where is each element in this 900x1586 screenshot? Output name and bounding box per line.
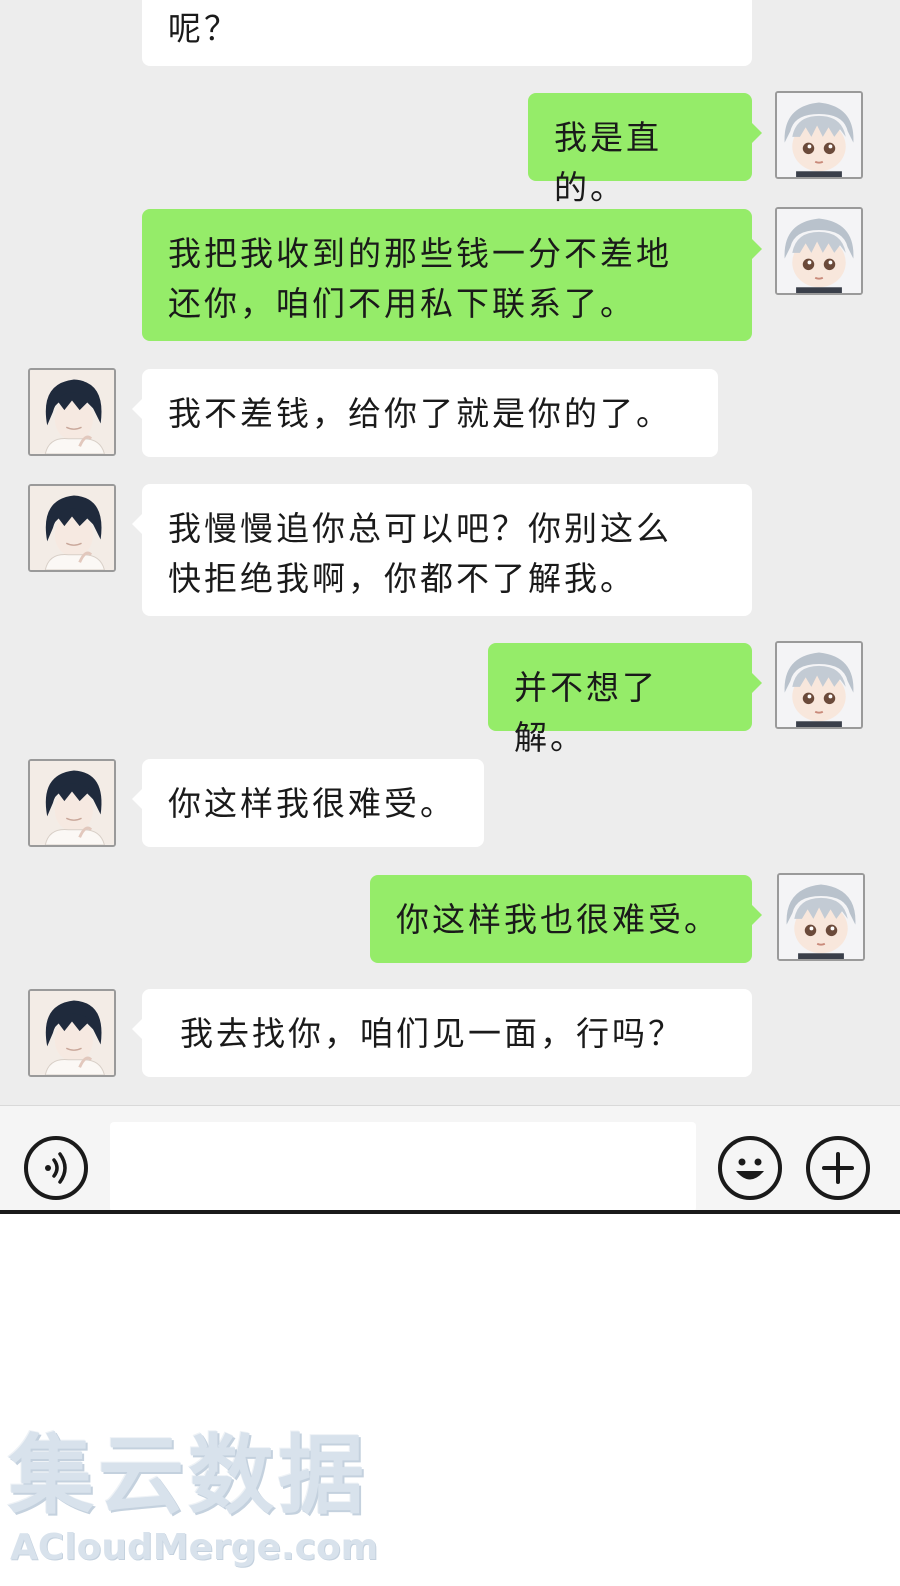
emoji-icon[interactable] bbox=[718, 1136, 782, 1200]
divider bbox=[0, 1210, 900, 1214]
self-avatar[interactable] bbox=[777, 873, 865, 961]
watermark-english: ACloudMerge.com bbox=[10, 1527, 379, 1568]
contact-avatar-icon bbox=[30, 370, 114, 454]
message-bubble-incoming[interactable]: 我去找你，咱们见一面，行吗？ bbox=[132, 989, 752, 1077]
contact-avatar-icon bbox=[30, 761, 114, 845]
plus-icon[interactable] bbox=[806, 1136, 870, 1200]
message-input[interactable] bbox=[110, 1122, 696, 1212]
message-bubble-incoming[interactable]: 呢？ bbox=[142, 0, 752, 66]
watermark: 集云数据 ACloudMerge.com bbox=[8, 1428, 378, 1578]
message-bubble-incoming[interactable]: 我慢慢追你总可以吧？你别这么 快拒绝我啊，你都不了解我。 bbox=[132, 484, 752, 616]
contact-avatar[interactable] bbox=[28, 484, 116, 572]
message-bubble-outgoing[interactable]: 我把我收到的那些钱一分不差地 还你，咱们不用私下联系了。 bbox=[142, 209, 762, 341]
contact-avatar[interactable] bbox=[28, 989, 116, 1077]
contact-avatar-icon bbox=[30, 991, 114, 1075]
message-bubble-outgoing[interactable]: 我是直的。 bbox=[528, 93, 762, 207]
self-avatar-icon bbox=[777, 209, 861, 293]
contact-avatar[interactable] bbox=[28, 759, 116, 847]
self-avatar-icon bbox=[777, 643, 861, 727]
message-bubble-incoming[interactable]: 我不差钱，给你了就是你的了。 bbox=[132, 369, 718, 457]
voice-icon[interactable] bbox=[24, 1136, 88, 1200]
chat-area[interactable]: 呢？ 我是直的。 我把我收到的那些钱一分不差地 还你，咱们不用私下联系了。 我不… bbox=[0, 0, 900, 1105]
self-avatar-icon bbox=[777, 93, 861, 177]
self-avatar[interactable] bbox=[775, 207, 863, 295]
self-avatar-icon bbox=[779, 875, 863, 959]
voice-icon bbox=[45, 1152, 67, 1184]
watermark-chinese: 集云数据 bbox=[8, 1426, 368, 1526]
contact-avatar[interactable] bbox=[28, 368, 116, 456]
contact-avatar-icon bbox=[30, 486, 114, 570]
plus-icon bbox=[822, 1152, 854, 1184]
self-avatar[interactable] bbox=[775, 91, 863, 179]
message-bubble-outgoing[interactable]: 并不想了解。 bbox=[488, 643, 762, 757]
input-bar bbox=[0, 1105, 900, 1212]
message-bubble-outgoing[interactable]: 你这样我也很难受。 bbox=[370, 875, 762, 963]
emoji-icon bbox=[736, 1158, 764, 1180]
self-avatar[interactable] bbox=[775, 641, 863, 729]
message-bubble-incoming[interactable]: 你这样我很难受。 bbox=[132, 759, 484, 847]
